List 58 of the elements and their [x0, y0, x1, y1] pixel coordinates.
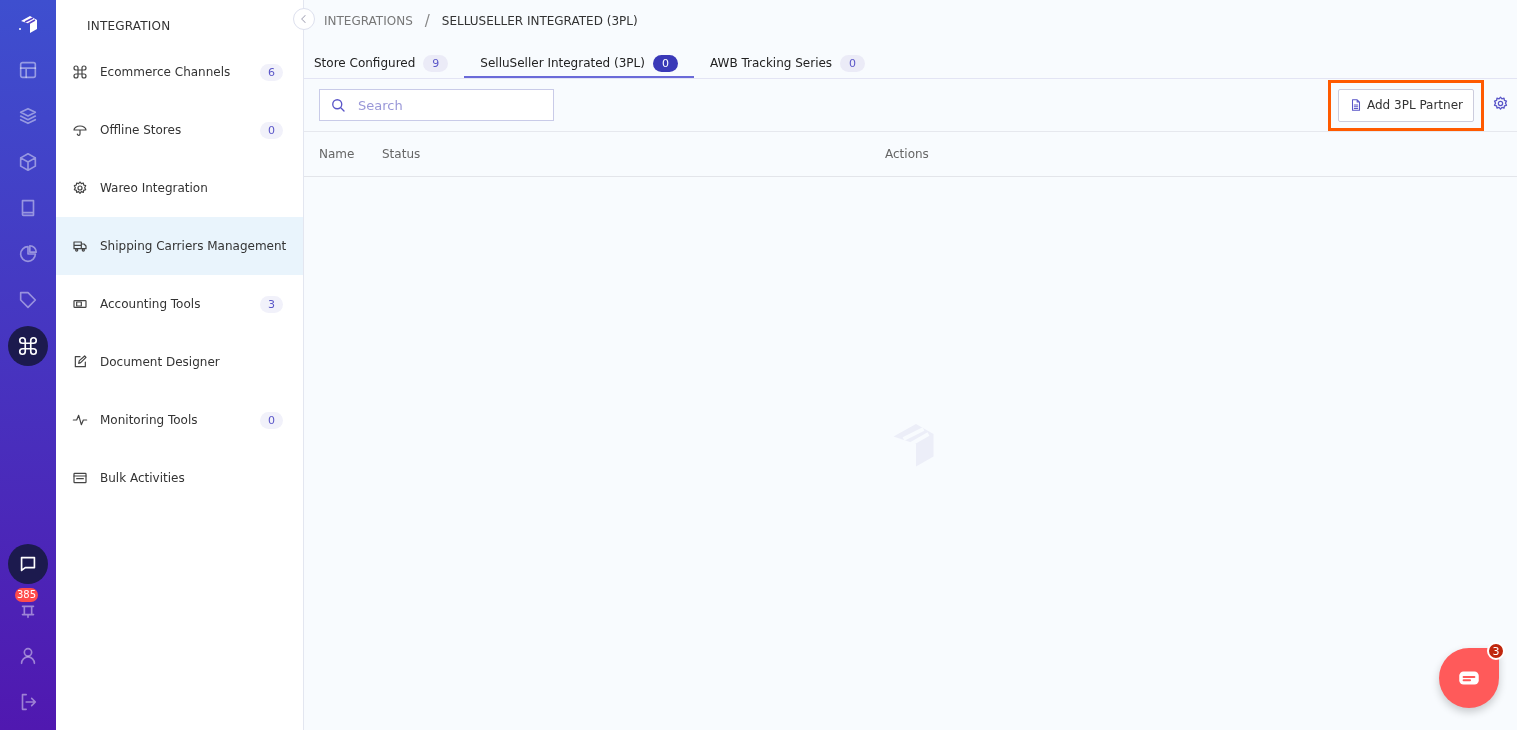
command-icon: [72, 64, 88, 80]
search-icon: [329, 96, 347, 114]
count-badge: 0: [840, 54, 866, 72]
edit-icon: [72, 354, 88, 370]
sidebar-item-label: Offline Stores: [100, 123, 183, 137]
sidebar-item[interactable]: Document Designer: [56, 333, 303, 391]
tag-icon: [17, 289, 39, 311]
umbrella-icon: [72, 122, 88, 138]
tab[interactable]: SelluSeller Integrated (3PL) 0: [464, 52, 694, 78]
rail-item[interactable]: [8, 326, 48, 366]
column-header: Status: [382, 147, 422, 161]
breadcrumb-current: SELLUSELLER INTEGRATED (3PL): [441, 14, 638, 28]
sidebar-item-label: Accounting Tools: [100, 297, 202, 311]
sidebar-item[interactable]: Offline Stores 0: [56, 101, 303, 159]
settings-icon: [1492, 95, 1509, 112]
tab-label: SelluSeller Integrated (3PL): [480, 56, 645, 70]
search-field[interactable]: Search: [319, 89, 554, 121]
add-partner-button[interactable]: Add 3PL Partner: [1337, 88, 1474, 122]
tab[interactable]: Store Configured 9: [314, 52, 465, 78]
sidebar-item-label: Bulk Activities: [100, 471, 186, 485]
tab-label: Store Configured: [314, 56, 416, 70]
count-badge: 0: [260, 121, 283, 139]
count-badge: 9: [423, 54, 449, 72]
truck-icon: [72, 238, 88, 254]
count-badge: 0: [652, 54, 678, 72]
sidebar-item[interactable]: Bulk Activities: [56, 449, 303, 507]
sidebar-item-label: Document Designer: [100, 355, 221, 369]
count-badge: 6: [260, 63, 283, 81]
pie-chart-icon: [17, 243, 39, 265]
gear-icon: [72, 180, 88, 196]
sidebar-item-label: Ecommerce Channels: [100, 65, 232, 79]
sidebar-item-label: Shipping Carriers Management: [100, 239, 287, 253]
sidebar-item[interactable]: Ecommerce Channels 6: [56, 43, 303, 101]
tab-label: AWB Tracking Series: [709, 56, 833, 70]
notification-badge: 3: [1487, 642, 1505, 660]
layout-icon: [17, 59, 39, 81]
cube-icon: [17, 151, 39, 173]
sidebar-item[interactable]: Wareo Integration: [56, 159, 303, 217]
command-icon: [17, 335, 39, 357]
sidebar-title: INTEGRATION: [86, 18, 172, 35]
column-header: Actions: [885, 147, 929, 161]
sidebar-item-label: Wareo Integration: [100, 181, 209, 195]
list-icon: [72, 470, 88, 486]
sidebar-item-label: Monitoring Tools: [100, 413, 199, 427]
chat-widget-button[interactable]: [1439, 648, 1499, 708]
breadcrumb-separator: /: [424, 12, 430, 30]
sidebar-item[interactable]: Shipping Carriers Management: [56, 217, 303, 275]
count-badge: 0: [260, 411, 283, 429]
count-badge: 3: [260, 295, 283, 313]
column-header: Name: [319, 147, 356, 161]
sidebar-item[interactable]: Accounting Tools 3: [56, 275, 303, 333]
rail-item[interactable]: [8, 544, 48, 584]
tab[interactable]: AWB Tracking Series 0: [693, 52, 882, 78]
breadcrumb-link[interactable]: INTEGRATIONS: [324, 14, 413, 28]
pulse-icon: [72, 412, 88, 428]
sidebar-item[interactable]: Monitoring Tools 0: [56, 391, 303, 449]
layers-icon: [17, 105, 39, 127]
notification-badge: 385: [15, 588, 39, 602]
